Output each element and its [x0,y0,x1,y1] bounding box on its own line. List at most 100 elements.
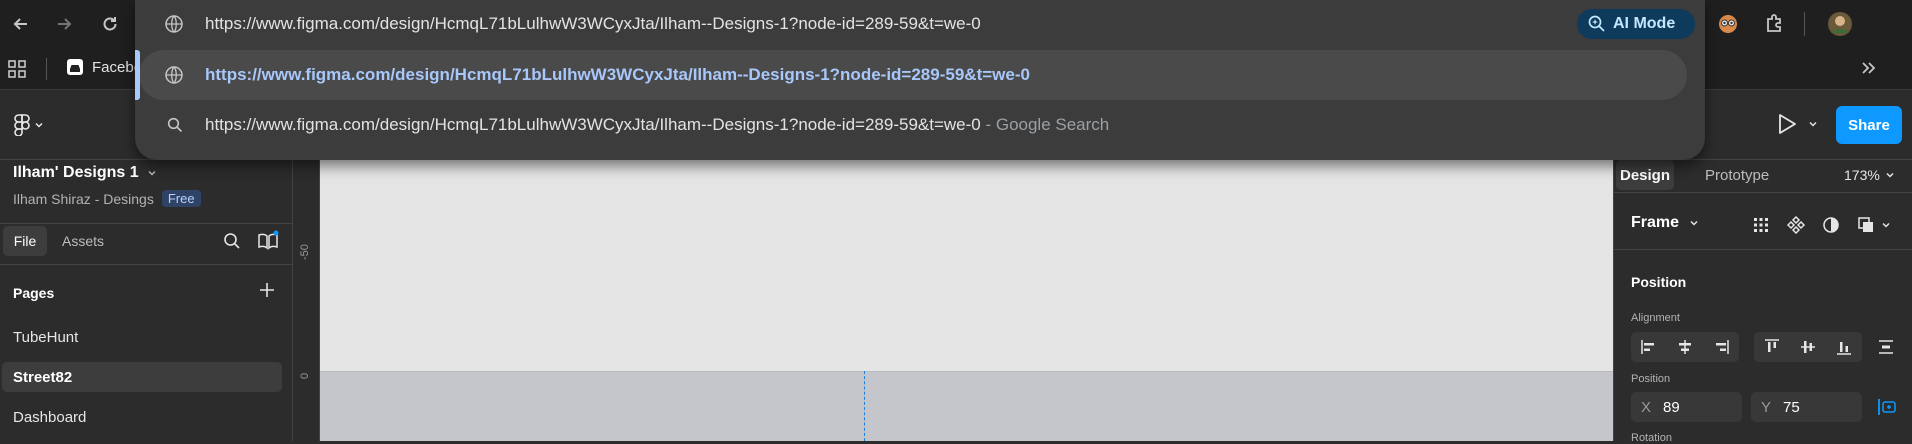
main-menu-button[interactable] [14,114,44,136]
play-icon [1779,114,1796,134]
extension-avatar-button[interactable] [1712,8,1744,40]
panel-divider [1613,249,1912,250]
tab-prototype[interactable]: Prototype [1705,167,1769,184]
puzzle-icon [1767,14,1781,32]
align-top-icon [1765,339,1779,352]
constraints-icon [1878,399,1896,415]
y-position-field[interactable]: Y 75 [1751,392,1862,422]
x-position-field[interactable]: X 89 [1631,392,1742,422]
search-icon [224,233,240,249]
chevron-down-icon [1882,222,1890,228]
chevron-down-icon [1809,121,1817,127]
component-icon [1787,216,1805,234]
boolean-button[interactable] [1857,216,1891,234]
suggestion-item-search[interactable]: https://www.figma.com/design/HcmqL71bLul… [135,100,1687,150]
zoom-dropdown[interactable]: 173% [1844,167,1895,183]
distribute-button[interactable] [1877,338,1895,356]
share-button[interactable]: Share [1836,106,1902,144]
address-bar[interactable]: https://www.figma.com/design/HcmqL71bLul… [135,0,1705,48]
site-info-icon[interactable] [164,14,184,34]
globe-icon [165,66,183,84]
alignment-label: Alignment [1631,312,1680,324]
align-right-icon [1716,340,1729,354]
frame-label: Frame [1631,214,1680,231]
layout-grid-button[interactable] [1752,216,1770,234]
align-top-button[interactable] [1754,332,1790,362]
suggestion-url-text: https://www.figma.com/design/HcmqL71bLul… [205,65,1030,84]
back-button[interactable] [5,8,37,40]
plan-badge: Free [161,190,201,207]
align-right-button[interactable] [1703,332,1739,362]
arrow-left-icon [13,18,27,30]
bookmark-facebook[interactable]: Facebo [66,58,142,76]
file-title: Ilham' Designs 1 [13,164,139,181]
frame-type-dropdown[interactable]: Frame [1631,214,1699,232]
align-center-h-button[interactable] [1667,332,1703,362]
align-left-icon [1641,340,1654,354]
pages-heading: Pages [13,285,55,301]
team-name: Ilham Shiraz - Desings [13,190,154,207]
horizontal-align-group [1631,332,1739,362]
tab-assets[interactable]: Assets [62,233,104,249]
tab-design[interactable]: Design [1616,160,1674,190]
face-extension-icon [1719,15,1737,33]
mask-button[interactable] [1822,216,1840,234]
apps-button[interactable] [8,60,26,78]
component-button[interactable] [1787,216,1805,234]
omnibox-dropdown: https://www.figma.com/design/HcmqL71bLul… [135,0,1705,160]
present-button[interactable] [1776,112,1818,136]
contrast-icon [1823,217,1839,233]
suggestion-search-query: https://www.figma.com/design/HcmqL71bLul… [205,115,981,134]
constraints-button[interactable] [1877,397,1897,417]
apps-grid-icon [8,60,26,78]
boolean-icon [1858,217,1873,232]
panel-divider [0,264,293,265]
panel-divider [0,223,293,224]
toolbar-divider [1804,12,1805,36]
forward-button[interactable] [48,8,80,40]
page-item-dashboard[interactable]: Dashboard [2,402,282,432]
page-item-street82[interactable]: Street82 [2,362,282,392]
ai-search-icon [1588,15,1605,32]
x-value: 89 [1663,398,1680,416]
bookmark-divider [46,58,47,80]
center-guide-line [864,371,865,441]
car-icon [67,59,83,75]
align-bottom-button[interactable] [1826,332,1862,362]
align-center-horizontal-icon [1679,340,1691,354]
profile-button[interactable] [1824,8,1856,40]
team-info: Ilham Shiraz - Desings Free [13,190,201,207]
page-item-tubehunt[interactable]: TubeHunt [2,322,282,352]
chevron-down-icon [1690,220,1698,226]
zoom-level: 173% [1844,167,1880,183]
x-label: X [1641,398,1652,416]
library-button[interactable] [257,230,279,252]
extensions-button[interactable] [1758,8,1790,40]
vertical-ruler: -50 0 [293,160,320,441]
plus-icon [260,283,274,297]
reload-icon [103,17,117,31]
align-left-button[interactable] [1631,332,1667,362]
frame-street82[interactable] [320,371,1613,441]
grid-dots-icon [1754,218,1768,232]
align-bottom-icon [1837,342,1851,355]
reload-button[interactable] [94,8,126,40]
file-title-dropdown[interactable]: Ilham' Designs 1 [13,164,157,182]
figma-logo-icon [14,114,30,136]
align-center-v-button[interactable] [1790,332,1826,362]
book-icon [258,230,279,250]
tab-file[interactable]: File [3,226,47,256]
address-input[interactable]: https://www.figma.com/design/HcmqL71bLul… [205,14,981,34]
distribute-icon [1879,340,1893,354]
arrow-right-icon [58,18,72,30]
add-page-button[interactable] [258,281,276,299]
chevron-double-right-icon [1862,62,1876,74]
suggestion-item-url[interactable]: https://www.figma.com/design/HcmqL71bLul… [135,50,1687,100]
search-button[interactable] [223,232,241,250]
profile-avatar-icon [1828,12,1852,36]
ai-mode-button[interactable]: AI Mode [1577,9,1695,39]
chevron-down-icon [148,170,156,176]
rotation-label: Rotation [1631,432,1672,444]
more-bookmarks-button[interactable] [1858,58,1878,78]
y-value: 75 [1783,398,1800,416]
